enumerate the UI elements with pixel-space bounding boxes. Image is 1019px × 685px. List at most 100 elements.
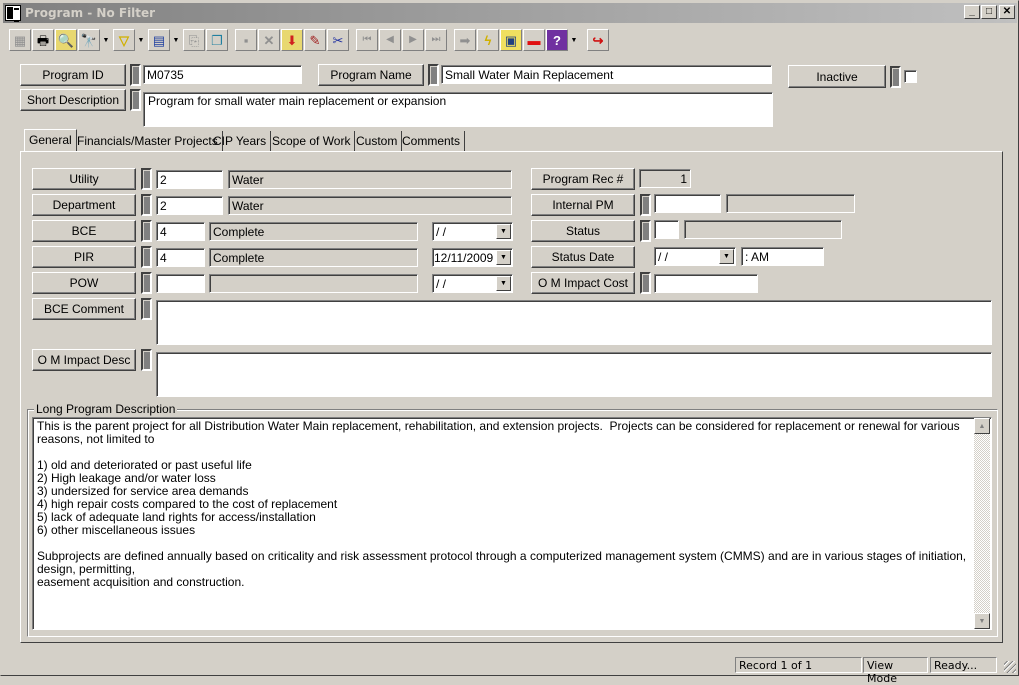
- program-name-lock[interactable]: [428, 64, 439, 86]
- first-record-button[interactable]: ⏮: [356, 29, 378, 51]
- hierarchy-button[interactable]: ▣: [500, 29, 522, 51]
- program-name-button[interactable]: Program Name: [318, 64, 424, 86]
- chevron-down-icon[interactable]: ▼: [496, 224, 511, 239]
- status-lock[interactable]: [640, 220, 651, 242]
- tab-financials-master-projects[interactable]: Financials/Master Projects: [73, 131, 223, 152]
- utility-button[interactable]: Utility: [32, 168, 136, 190]
- add-record-button[interactable]: ⬇: [281, 29, 303, 51]
- title-bar[interactable]: Program - No Filter: [3, 3, 1017, 23]
- om-impact-cost-button[interactable]: O M Impact Cost: [531, 272, 635, 294]
- next-record-button[interactable]: ▶: [402, 29, 424, 51]
- program-name-input[interactable]: Small Water Main Replacement: [441, 65, 772, 84]
- copy-document-button[interactable]: ❐: [206, 29, 228, 51]
- om-impact-desc-input[interactable]: [156, 352, 992, 397]
- internal-pm-code-input[interactable]: [654, 194, 721, 213]
- status-time-input[interactable]: : AM: [741, 247, 824, 266]
- save-button[interactable]: ▪: [235, 29, 257, 51]
- delete-button[interactable]: ✕: [258, 29, 280, 51]
- bce-comment-input[interactable]: [156, 300, 992, 345]
- tab-custom[interactable]: Custom: [352, 131, 403, 152]
- print-preview-button[interactable]: 🔍: [55, 29, 77, 51]
- internal-pm-lock[interactable]: [640, 194, 651, 216]
- tab-cip-years[interactable]: CIP Years: [209, 131, 272, 152]
- scroll-down-icon[interactable]: ▼: [974, 613, 990, 629]
- utility-code-input[interactable]: 2: [156, 170, 223, 189]
- status-date-picker[interactable]: / / ▼: [654, 247, 736, 266]
- pow-button[interactable]: POW: [32, 272, 136, 294]
- pir-code-input[interactable]: 4: [156, 248, 205, 267]
- pow-date-picker[interactable]: / / ▼: [432, 274, 513, 293]
- pir-button[interactable]: PIR: [32, 246, 136, 268]
- print-button[interactable]: 🖶: [32, 29, 54, 51]
- bce-comment-lock[interactable]: [141, 298, 152, 320]
- help-button[interactable]: ?: [546, 29, 568, 51]
- short-description-button[interactable]: Short Description: [20, 89, 126, 111]
- program-id-button[interactable]: Program ID: [20, 64, 126, 86]
- report-dropdown[interactable]: ▼: [171, 29, 181, 51]
- internal-pm-button[interactable]: Internal PM: [531, 194, 635, 216]
- program-rec-button[interactable]: Program Rec #: [531, 168, 635, 190]
- maximize-button[interactable]: □: [981, 5, 997, 19]
- long-description-input[interactable]: This is the parent project for all Distr…: [32, 417, 992, 630]
- department-lock[interactable]: [141, 194, 152, 216]
- chevron-down-icon[interactable]: ▼: [496, 250, 511, 265]
- short-description-lock[interactable]: [130, 89, 141, 111]
- toolbox-button[interactable]: ▬: [523, 29, 545, 51]
- department-code-input[interactable]: 2: [156, 196, 223, 215]
- filter-dropdown[interactable]: ▼: [136, 29, 146, 51]
- om-impact-desc-lock[interactable]: [141, 349, 152, 371]
- short-description-input[interactable]: Program for small water main replacement…: [143, 92, 773, 127]
- program-id-lock[interactable]: [130, 64, 141, 86]
- long-description-scrollbar[interactable]: ▲ ▼: [974, 418, 990, 629]
- program-id-input[interactable]: M0735: [143, 65, 302, 84]
- filter-button[interactable]: ▽: [113, 29, 135, 51]
- export-icon: ⎘: [188, 32, 200, 48]
- go-to-button[interactable]: ➡: [454, 29, 476, 51]
- run-button[interactable]: ϟ: [477, 29, 499, 51]
- chevron-down-icon[interactable]: ▼: [719, 249, 734, 264]
- status-code-input[interactable]: [654, 220, 679, 239]
- edit-button[interactable]: ✎: [304, 29, 326, 51]
- chevron-down-icon[interactable]: ▼: [496, 276, 511, 291]
- exit-button[interactable]: ↪: [587, 29, 609, 51]
- bce-button[interactable]: BCE: [32, 220, 136, 242]
- om-impact-cost-input[interactable]: [654, 274, 758, 293]
- tab-comments[interactable]: Comments: [398, 131, 466, 152]
- resize-grip-icon[interactable]: [1004, 661, 1016, 673]
- status-button[interactable]: Status: [531, 220, 635, 242]
- find-dropdown[interactable]: ▼: [101, 29, 111, 51]
- help-dropdown[interactable]: ▼: [569, 29, 579, 51]
- inactive-lock[interactable]: [890, 66, 901, 88]
- status-date-button[interactable]: Status Date: [531, 246, 635, 268]
- close-button[interactable]: ✕: [999, 5, 1015, 19]
- ready-status: Ready...: [930, 657, 997, 673]
- pow-date-value: / /: [436, 277, 447, 291]
- bce-date-picker[interactable]: / / ▼: [432, 222, 513, 241]
- tab-scope-of-work[interactable]: Scope of Work: [268, 131, 356, 152]
- department-button[interactable]: Department: [32, 194, 136, 216]
- inactive-button[interactable]: Inactive: [788, 65, 886, 88]
- disk-icon: ▪: [243, 32, 249, 48]
- bce-code-input[interactable]: 4: [156, 222, 205, 241]
- find-button[interactable]: 🔭: [78, 29, 100, 51]
- pow-lock[interactable]: [141, 272, 152, 294]
- report-button[interactable]: ▤: [148, 29, 170, 51]
- previous-record-button[interactable]: ◀: [379, 29, 401, 51]
- om-impact-desc-button[interactable]: O M Impact Desc: [32, 349, 136, 371]
- export-button[interactable]: ⎘: [183, 29, 205, 51]
- tab-general[interactable]: General: [24, 129, 77, 152]
- bce-lock[interactable]: [141, 220, 152, 242]
- bce-comment-button[interactable]: BCE Comment: [32, 298, 136, 320]
- pir-lock[interactable]: [141, 246, 152, 268]
- pow-code-input[interactable]: [156, 274, 205, 293]
- cut-button[interactable]: ✂: [327, 29, 349, 51]
- form-view-button[interactable]: ▦: [9, 29, 31, 51]
- lightning-icon: ϟ: [484, 32, 492, 48]
- inactive-checkbox[interactable]: [904, 70, 917, 83]
- scroll-up-icon[interactable]: ▲: [974, 418, 990, 434]
- om-impact-cost-lock[interactable]: [640, 272, 651, 294]
- minimize-button[interactable]: _: [964, 5, 980, 19]
- pir-date-picker[interactable]: 12/11/2009 ▼: [432, 248, 513, 267]
- utility-lock[interactable]: [141, 168, 152, 190]
- last-record-button[interactable]: ⏭: [425, 29, 447, 51]
